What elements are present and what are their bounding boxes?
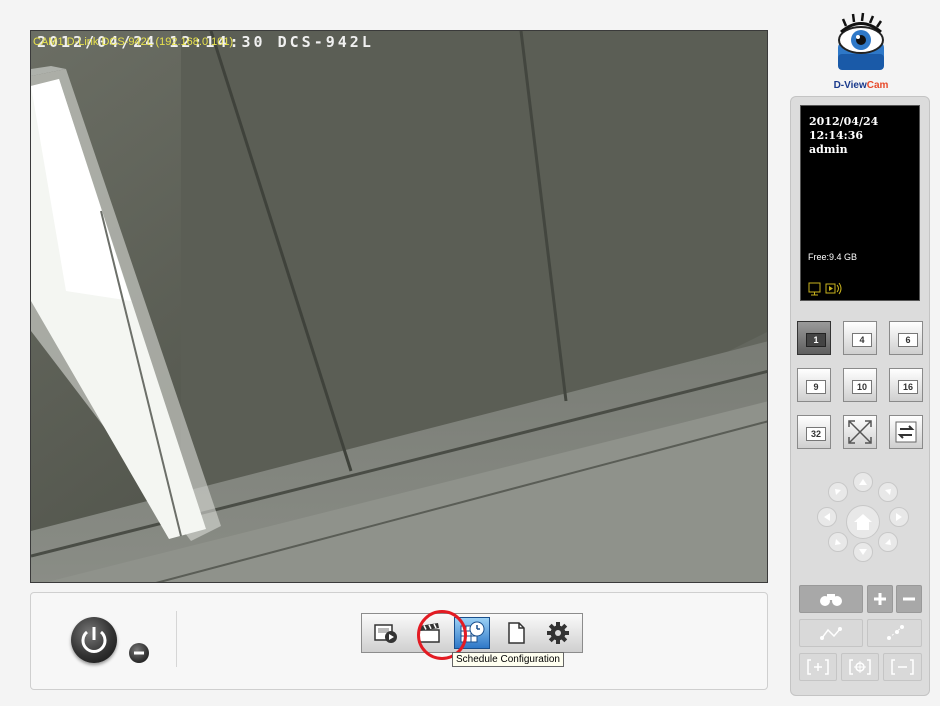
status-date: 2012/04/24 bbox=[809, 115, 879, 128]
switch-icon bbox=[895, 421, 917, 443]
auto-focus-button[interactable] bbox=[841, 653, 879, 681]
minus-icon bbox=[903, 597, 915, 601]
binoculars-button[interactable] bbox=[799, 585, 863, 613]
layout-1-label: 1 bbox=[806, 333, 826, 347]
layout-9-label: 9 bbox=[806, 380, 826, 394]
minimize-button[interactable] bbox=[129, 643, 149, 663]
schedule-configuration-tooltip: Schedule Configuration bbox=[452, 652, 564, 667]
bracket-minus-icon bbox=[891, 659, 914, 675]
layout-4-label: 4 bbox=[852, 333, 872, 347]
document-icon bbox=[508, 622, 525, 644]
log-button[interactable] bbox=[498, 617, 534, 649]
bottom-control-bar bbox=[30, 592, 768, 690]
ptz-up-left-button[interactable] bbox=[828, 482, 848, 502]
ptz-up-button[interactable] bbox=[853, 472, 873, 492]
gear-icon bbox=[547, 622, 569, 644]
switch-view-button[interactable] bbox=[889, 415, 923, 449]
ptz-down-right-button[interactable] bbox=[878, 532, 898, 552]
fullscreen-icon bbox=[848, 420, 872, 444]
bracket-plus-icon bbox=[807, 659, 829, 675]
camera-video-view[interactable]: 2012/04/24 12:14:30 DCS-942L CAM1 D-Link… bbox=[30, 30, 768, 583]
patrol-path-button[interactable] bbox=[799, 619, 863, 647]
power-button[interactable] bbox=[71, 617, 117, 663]
layout-6-button[interactable]: 6 bbox=[889, 321, 923, 355]
playback-button[interactable] bbox=[368, 617, 404, 649]
ceiling-scene bbox=[31, 31, 767, 582]
plus-icon bbox=[874, 593, 886, 605]
divider bbox=[176, 611, 177, 667]
arrow-up-icon bbox=[859, 479, 867, 485]
audio-icon bbox=[825, 282, 842, 295]
fullscreen-button[interactable] bbox=[843, 415, 877, 449]
layout-10-label: 10 bbox=[852, 380, 872, 394]
ptz-home-button[interactable] bbox=[846, 505, 880, 539]
arrow-down-left-icon bbox=[835, 539, 841, 545]
focus-far-button[interactable] bbox=[883, 653, 922, 681]
monitor-icon bbox=[808, 282, 821, 296]
free-space-label: Free:9.4 GB bbox=[808, 252, 858, 262]
focus-near-button[interactable] bbox=[799, 653, 837, 681]
layout-32-button[interactable]: 32 bbox=[797, 415, 831, 449]
ptz-up-right-button[interactable] bbox=[878, 482, 898, 502]
points-icon bbox=[887, 625, 904, 640]
status-info-display: 2012/04/24 12:14:36 admin Free:9.4 GB bbox=[800, 105, 920, 301]
binoculars-icon bbox=[820, 594, 842, 606]
home-icon bbox=[854, 514, 872, 530]
layout-32-label: 32 bbox=[806, 427, 826, 441]
crosshair-icon bbox=[849, 659, 871, 675]
ptz-left-button[interactable] bbox=[817, 507, 837, 527]
power-icon bbox=[81, 627, 107, 653]
zoom-out-button[interactable] bbox=[896, 585, 922, 613]
camera-name-label: CAM1 D-Link DCS-942L (192.168.0.101) bbox=[33, 36, 234, 48]
status-date-time-user: 2012/04/24 12:14:36 admin bbox=[809, 115, 878, 157]
layout-9-button[interactable]: 9 bbox=[797, 368, 831, 402]
status-time: 12:14:36 bbox=[809, 129, 864, 142]
settings-button[interactable] bbox=[540, 617, 576, 649]
arrow-up-right-icon bbox=[885, 489, 891, 495]
layout-6-label: 6 bbox=[898, 333, 918, 347]
layout-1-button[interactable]: 1 bbox=[797, 321, 831, 355]
eye-logo-icon bbox=[838, 12, 884, 70]
ptz-down-button[interactable] bbox=[853, 542, 873, 562]
layout-10-button[interactable]: 10 bbox=[843, 368, 877, 402]
layout-16-button[interactable]: 16 bbox=[889, 368, 923, 402]
status-icons bbox=[808, 282, 848, 301]
arrow-up-left-icon bbox=[835, 489, 841, 495]
arrow-down-icon bbox=[859, 549, 867, 555]
minus-icon bbox=[134, 651, 144, 655]
playback-icon bbox=[374, 624, 397, 643]
arrow-right-icon bbox=[896, 513, 902, 521]
path-icon bbox=[820, 627, 842, 640]
ptz-down-left-button[interactable] bbox=[828, 532, 848, 552]
main-toolbar bbox=[361, 613, 583, 653]
zoom-in-button[interactable] bbox=[867, 585, 893, 613]
layout-16-label: 16 bbox=[898, 380, 918, 394]
arrow-down-right-icon bbox=[885, 539, 891, 545]
preset-points-button[interactable] bbox=[867, 619, 922, 647]
layout-4-button[interactable]: 4 bbox=[843, 321, 877, 355]
status-user: admin bbox=[809, 143, 848, 156]
logo-text: D-ViewCam bbox=[833, 80, 889, 91]
app-logo: D-ViewCam bbox=[792, 10, 930, 91]
ptz-right-button[interactable] bbox=[889, 507, 909, 527]
arrow-left-icon bbox=[824, 513, 830, 521]
